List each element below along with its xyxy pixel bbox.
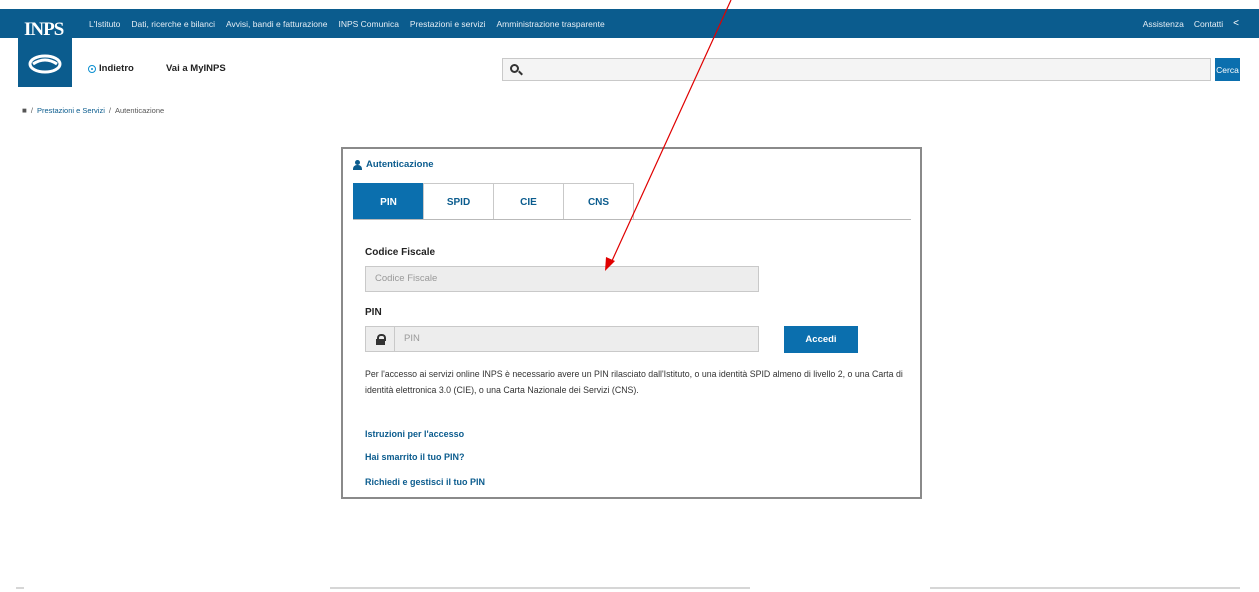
back-circle-icon <box>88 64 96 73</box>
footer-mark <box>16 587 24 589</box>
breadcrumb-current: Autenticazione <box>114 106 165 115</box>
back-link[interactable]: Indietro <box>88 63 134 74</box>
lock-icon <box>375 333 386 345</box>
nav-item-comunica[interactable]: INPS Comunica <box>338 19 398 29</box>
search-icon <box>510 64 519 73</box>
panel-title-text: Autenticazione <box>366 159 434 170</box>
codice-fiscale-field[interactable]: Codice Fiscale <box>365 266 759 292</box>
nav-item-dati[interactable]: Dati, ricerche e bilanci <box>131 19 215 29</box>
tab-cns[interactable]: CNS <box>563 183 634 220</box>
home-icon[interactable]: ■ <box>22 106 27 115</box>
search-button[interactable]: Cerca <box>1215 58 1240 81</box>
share-icon[interactable]: < <box>1233 18 1239 29</box>
search-input[interactable] <box>502 58 1211 81</box>
footer-mark <box>930 587 1240 589</box>
nav-item-avvisi[interactable]: Avvisi, bandi e fatturazione <box>226 19 327 29</box>
assistenza-link[interactable]: Assistenza <box>1143 19 1184 29</box>
top-nav-menu: L'Istituto Dati, ricerche e bilanci Avvi… <box>89 9 605 38</box>
user-icon <box>353 159 362 170</box>
smarrito-pin-link[interactable]: Hai smarrito il tuo PIN? <box>365 452 465 462</box>
pin-label: PIN <box>365 307 382 318</box>
panel-title: Autenticazione <box>353 159 434 170</box>
richiedi-pin-link[interactable]: Richiedi e gestisci il tuo PIN <box>365 477 485 487</box>
authentication-panel: Autenticazione PIN SPID CIE CNS Codice F… <box>341 147 922 499</box>
logo-text: INPS <box>24 19 64 40</box>
breadcrumb-separator: / <box>30 106 33 115</box>
tabs-divider <box>353 219 911 220</box>
pin-lock-addon <box>365 326 395 352</box>
inps-logo[interactable]: INPS <box>18 9 72 87</box>
logo-mark-icon <box>28 54 62 74</box>
tab-cie[interactable]: CIE <box>493 183 564 220</box>
auth-tabs: PIN SPID CIE CNS <box>353 183 634 220</box>
myinps-link[interactable]: Vai a MyINPS <box>166 63 226 74</box>
info-text: Per l'accesso ai servizi online INPS è n… <box>365 369 903 395</box>
contatti-link[interactable]: Contatti <box>1194 19 1223 29</box>
tab-spid[interactable]: SPID <box>423 183 494 220</box>
top-right-links: Assistenza Contatti < <box>1143 9 1239 38</box>
breadcrumb: ■ / Prestazioni e Servizi / Autenticazio… <box>22 106 164 115</box>
footer-mark <box>330 587 750 589</box>
istruzioni-link[interactable]: Istruzioni per l'accesso <box>365 429 464 439</box>
breadcrumb-prestazioni[interactable]: Prestazioni e Servizi <box>37 106 105 115</box>
nav-item-istituto[interactable]: L'Istituto <box>89 19 120 29</box>
accedi-button[interactable]: Accedi <box>784 326 858 353</box>
codice-fiscale-label: Codice Fiscale <box>365 247 436 258</box>
nav-item-trasparente[interactable]: Amministrazione trasparente <box>497 19 605 29</box>
breadcrumb-separator: / <box>108 106 111 115</box>
nav-item-prestazioni[interactable]: Prestazioni e servizi <box>410 19 486 29</box>
pin-field[interactable]: PIN <box>395 326 759 352</box>
tab-pin[interactable]: PIN <box>353 183 424 220</box>
back-label: Indietro <box>99 63 134 74</box>
